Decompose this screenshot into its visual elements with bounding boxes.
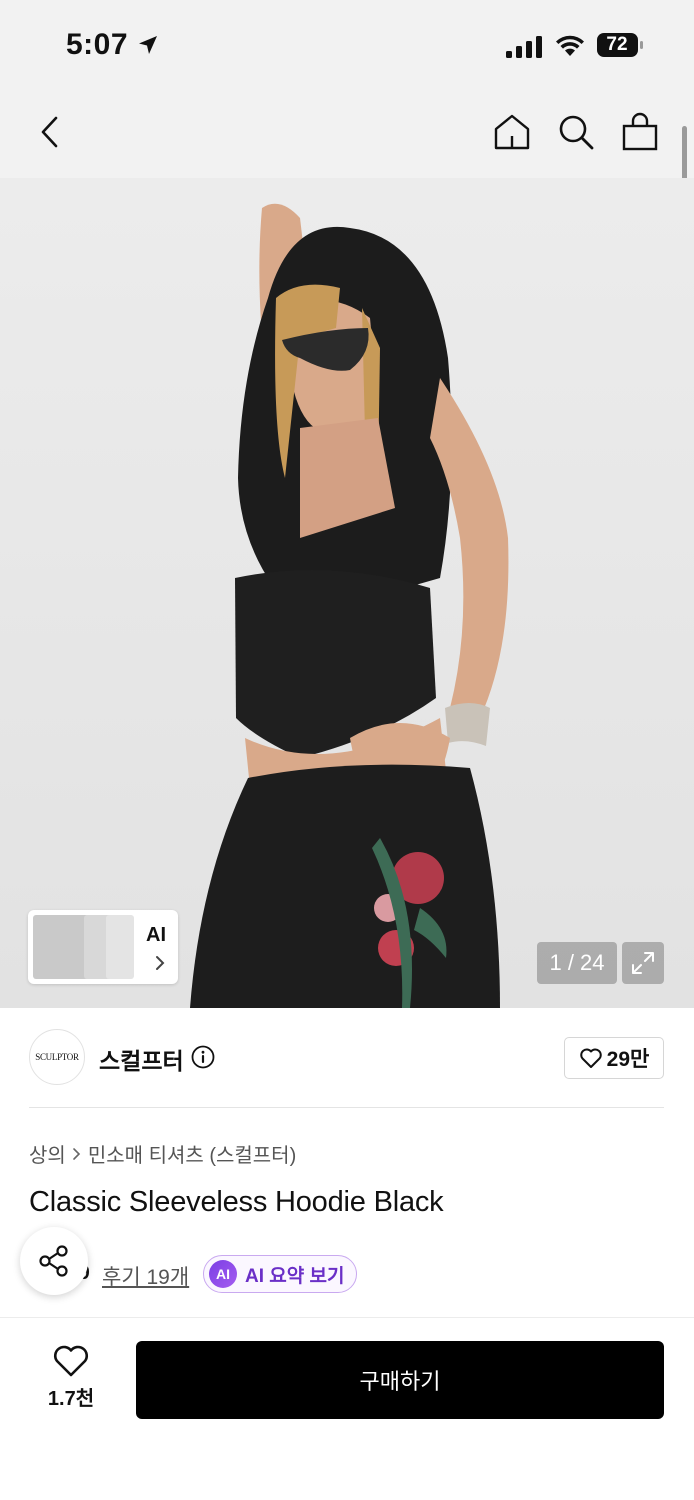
cart-button[interactable] bbox=[618, 110, 662, 154]
heart-outline-icon bbox=[54, 1345, 88, 1377]
share-icon bbox=[39, 1245, 68, 1277]
battery-icon: 72 bbox=[597, 33, 645, 57]
top-nav-bar bbox=[0, 90, 694, 178]
cellular-signal-icon bbox=[506, 36, 542, 58]
expand-image-button[interactable] bbox=[622, 942, 664, 984]
brand-logo-text: SCULPTOR bbox=[35, 1052, 79, 1062]
review-count-link[interactable]: 후기 19개 bbox=[102, 1261, 189, 1291]
chevron-right-icon bbox=[156, 956, 165, 970]
search-icon bbox=[559, 115, 594, 150]
bottom-action-bar: 1.7천 구매하기 bbox=[0, 1317, 694, 1500]
breadcrumb-item[interactable]: 상의 bbox=[29, 1139, 66, 1168]
brand-like-count: 29만 bbox=[606, 1048, 650, 1071]
wishlist-button[interactable]: 1.7천 bbox=[30, 1344, 112, 1420]
search-button[interactable] bbox=[554, 110, 598, 154]
share-button[interactable] bbox=[20, 1227, 88, 1295]
info-icon[interactable] bbox=[191, 1045, 215, 1069]
battery-level: 72 bbox=[606, 34, 628, 55]
chevron-right-icon bbox=[73, 1147, 80, 1160]
status-time: 5:07 bbox=[66, 28, 129, 61]
breadcrumb: 상의 민소매 티셔츠 (스컬프터) bbox=[29, 1139, 296, 1168]
expand-icon bbox=[632, 952, 654, 974]
ai-summary-button[interactable]: AI AI 요약 보기 bbox=[203, 1255, 358, 1293]
back-button[interactable] bbox=[28, 110, 72, 154]
thumbnail-image bbox=[33, 915, 89, 979]
status-bar: 5:07 72 bbox=[0, 0, 694, 90]
home-button[interactable] bbox=[490, 110, 534, 154]
location-arrow-icon bbox=[139, 36, 157, 54]
home-icon bbox=[494, 114, 530, 150]
thumbnail-image bbox=[106, 915, 134, 979]
heart-outline-icon bbox=[579, 1048, 602, 1068]
wifi-icon bbox=[556, 35, 584, 56]
bag-icon bbox=[622, 112, 658, 151]
product-title: Classic Sleeveless Hoodie Black bbox=[29, 1186, 444, 1218]
breadcrumb-item[interactable]: 민소매 티셔츠 (스컬프터) bbox=[88, 1139, 296, 1168]
brand-like-button[interactable]: 29만 bbox=[564, 1037, 664, 1079]
wishlist-count: 1.7천 bbox=[47, 1388, 95, 1410]
thumbnail-ai-label: AI bbox=[146, 924, 166, 946]
product-photo bbox=[190, 203, 509, 1008]
ai-thumbnail-strip[interactable]: AI bbox=[28, 910, 178, 984]
brand-logo[interactable]: SCULPTOR bbox=[29, 1029, 85, 1085]
divider bbox=[29, 1107, 664, 1108]
ai-summary-label: AI 요약 보기 bbox=[245, 1265, 345, 1287]
buy-button[interactable]: 구매하기 bbox=[136, 1341, 664, 1419]
product-image-gallery[interactable]: AI 1 / 24 bbox=[0, 178, 694, 1008]
back-icon bbox=[41, 116, 58, 148]
image-page-counter: 1 / 24 bbox=[537, 942, 617, 984]
brand-name[interactable]: 스컬프터 bbox=[99, 1042, 184, 1076]
ai-badge-icon: AI bbox=[209, 1260, 237, 1288]
